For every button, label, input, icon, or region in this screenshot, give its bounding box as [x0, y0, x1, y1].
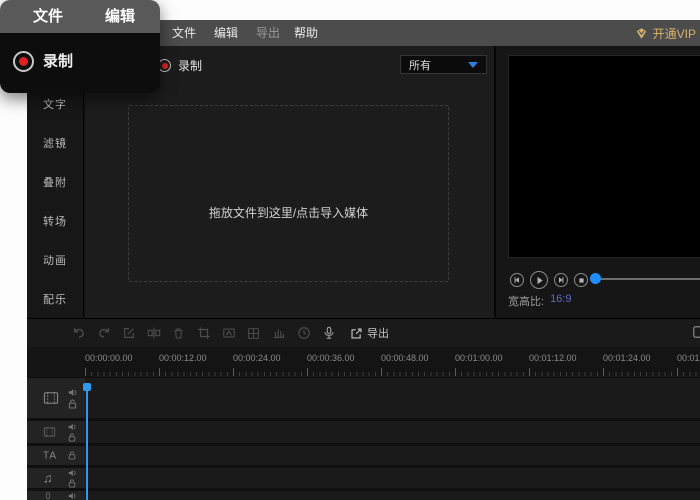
seek-slider-handle[interactable]	[590, 273, 601, 284]
text-track-icon: TA	[43, 450, 58, 461]
timeline-ruler[interactable]: 00:00:00.00 00:00:12.00 00:00:24.00 00:0…	[27, 347, 700, 378]
aspect-ratio-label: 宽高比:	[508, 296, 545, 308]
equalizer-icon[interactable]	[271, 326, 286, 341]
lock-icon[interactable]	[68, 451, 76, 460]
ruler-label: 00:00:00.00	[85, 353, 133, 363]
prev-frame-button[interactable]	[510, 273, 524, 287]
ruler-label: 00:00:36.00	[307, 353, 355, 363]
track-video-overlay	[27, 421, 700, 443]
track-lane[interactable]	[85, 468, 700, 488]
sidebar-item-animation[interactable]: 动画	[27, 240, 83, 279]
speaker-icon[interactable]	[68, 492, 77, 500]
menu-item-record[interactable]: 录制	[43, 51, 73, 72]
speaker-icon[interactable]	[68, 469, 77, 477]
menu-file[interactable]: 文件	[33, 0, 63, 33]
timeline-panel: 导出 00:00:00.00 00:00:12.00 00:00:24.00 0…	[27, 318, 700, 500]
duration-icon[interactable]	[296, 326, 311, 341]
ruler-ticks	[85, 368, 700, 376]
track-voice	[27, 491, 700, 500]
sidebar-item-transition[interactable]: 转场	[27, 201, 83, 240]
record-label: 录制	[178, 59, 203, 73]
track-header	[27, 491, 85, 500]
menu-help[interactable]: 帮助	[294, 20, 318, 46]
crop-icon[interactable]	[196, 326, 211, 341]
seek-slider[interactable]	[594, 278, 700, 280]
magnified-file-menu: 录制	[0, 33, 160, 93]
track-lane[interactable]	[85, 491, 700, 500]
vip-button[interactable]: 开通VIP	[635, 20, 696, 46]
track-header: TA	[27, 446, 85, 465]
ruler-label: 00:00:24.00	[233, 353, 281, 363]
speaker-icon[interactable]	[68, 388, 78, 397]
export-button[interactable]: 导出	[350, 325, 389, 341]
chevron-down-icon	[468, 61, 478, 68]
preview-panel: 宽高比: 16:9	[496, 46, 700, 318]
ruler-label: 00:01:36.00	[677, 353, 700, 363]
delete-icon[interactable]	[171, 326, 186, 341]
track-header	[27, 378, 85, 418]
track-text: TA	[27, 446, 700, 465]
menu-file[interactable]: 文件	[172, 20, 196, 46]
film-icon	[43, 391, 59, 405]
import-dropzone[interactable]: 拖放文件到这里/点击导入媒体	[128, 105, 449, 282]
mosaic-icon[interactable]	[246, 326, 261, 341]
vip-label: 开通VIP	[652, 26, 696, 41]
undo-icon[interactable]	[71, 326, 86, 341]
media-filter-value: 所有	[409, 59, 431, 72]
export-label: 导出	[367, 328, 389, 340]
track-lane[interactable]	[85, 421, 700, 443]
media-filter-dropdown[interactable]: 所有	[400, 55, 487, 74]
track-lane[interactable]	[85, 378, 700, 418]
sidebar-item-overlay[interactable]: 叠附	[27, 163, 83, 202]
ruler-label: 00:01:24.00	[603, 353, 651, 363]
dropzone-hint: 拖放文件到这里/点击导入媒体	[208, 206, 369, 220]
edit-icon[interactable]	[121, 326, 136, 341]
export-icon	[350, 327, 363, 340]
stop-button[interactable]	[574, 273, 588, 287]
aspect-ratio-row: 宽高比: 16:9	[508, 293, 571, 309]
voice-icon	[43, 492, 53, 500]
track-music: ♫	[27, 468, 700, 488]
magnified-menubar: 文件 编辑	[0, 0, 160, 33]
ruler-label: 00:00:12.00	[159, 353, 207, 363]
speed-icon[interactable]	[221, 326, 236, 341]
speaker-icon[interactable]	[68, 423, 77, 431]
vip-gem-icon	[635, 27, 648, 40]
menu-edit[interactable]: 编辑	[214, 20, 238, 46]
split-icon[interactable]	[146, 326, 161, 341]
app-screenshot: 文件 编辑 导出 帮助 开通VIP 文字 滤镜 叠附 转场 动画 配乐 录制 所…	[0, 0, 700, 500]
track-lane[interactable]	[85, 446, 700, 465]
record-button[interactable]: 录制	[158, 57, 202, 74]
timeline-tracks: TA ♫	[27, 377, 700, 500]
music-note-icon: ♫	[43, 470, 53, 486]
ruler-label: 00:00:48.00	[381, 353, 429, 363]
lock-icon[interactable]	[68, 398, 78, 409]
play-button[interactable]	[530, 271, 548, 289]
panel-toggle-icon[interactable]	[692, 325, 700, 339]
microphone-icon[interactable]	[321, 326, 336, 341]
video-viewport	[508, 55, 700, 258]
redo-icon[interactable]	[96, 326, 111, 341]
ruler-label: 00:01:12.00	[529, 353, 577, 363]
track-video-main	[27, 378, 700, 418]
menu-export: 导出	[256, 26, 281, 40]
lock-icon[interactable]	[68, 479, 77, 488]
playhead-line[interactable]	[86, 383, 88, 500]
sidebar-item-filter[interactable]: 滤镜	[27, 124, 83, 163]
playback-controls	[510, 270, 588, 290]
track-header	[27, 421, 85, 443]
menu-edit[interactable]: 编辑	[105, 0, 135, 33]
lock-icon[interactable]	[68, 433, 77, 442]
timeline-toolbar: 导出	[27, 319, 700, 347]
next-frame-button[interactable]	[554, 273, 568, 287]
menu-magnifier-overlay: 文件 编辑 录制	[0, 0, 160, 93]
record-icon	[13, 51, 34, 72]
aspect-ratio-value[interactable]: 16:9	[550, 293, 571, 309]
sidebar-item-music[interactable]: 配乐	[27, 279, 83, 318]
track-header: ♫	[27, 468, 85, 488]
ruler-label: 00:01:00.00	[455, 353, 503, 363]
film-icon	[43, 427, 56, 438]
